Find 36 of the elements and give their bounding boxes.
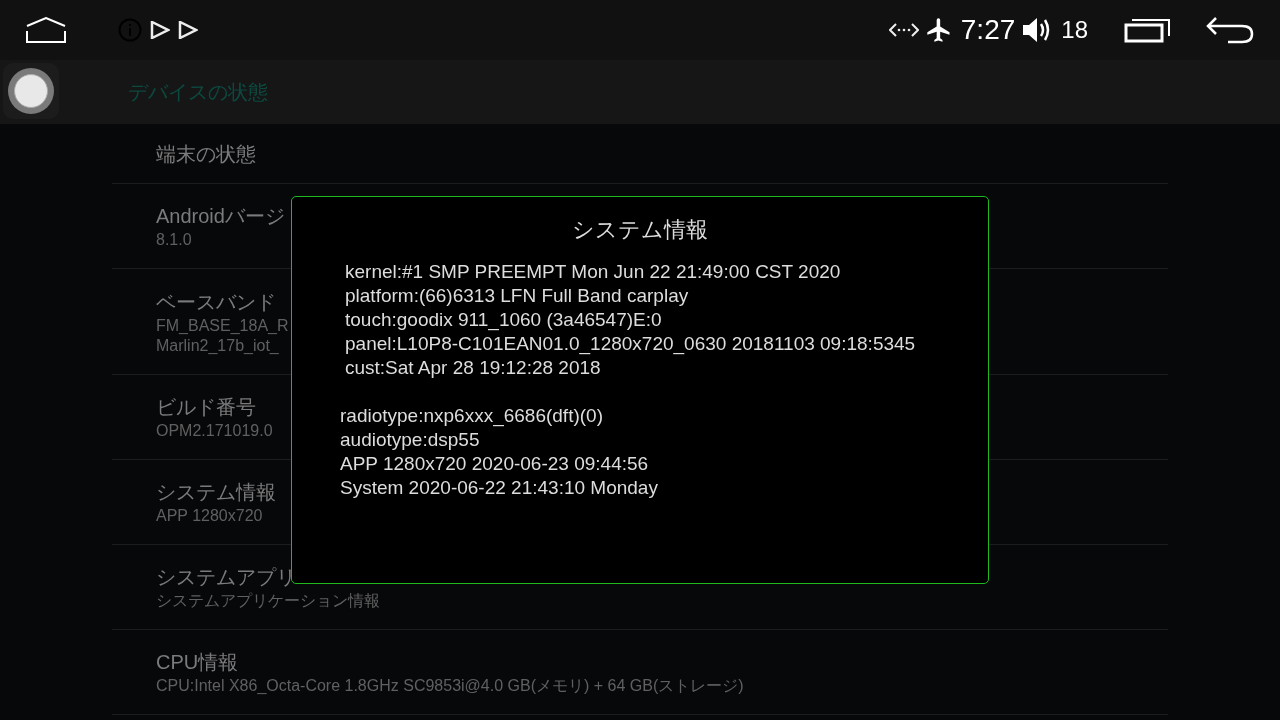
item-summary: Marlin2_17b_iot_ <box>156 335 279 356</box>
item-title: 端末の状態 <box>156 141 256 167</box>
dialog-title: システム情報 <box>572 216 708 244</box>
item-title: CPU情報 <box>156 650 239 675</box>
item-summary: システムアプリケーション情報 <box>156 591 380 611</box>
info-line: audiotype:dsp55 <box>340 428 480 452</box>
airplane-icon <box>924 16 953 44</box>
item-summary: CPU:Intel X86_Octa-Core 1.8GHz SC9853i@4.0 GB(メモリ) + 64 GB(ストレージ) <box>156 676 744 696</box>
play-store-icon <box>178 21 198 39</box>
data-transfer-icon <box>888 22 919 38</box>
item-summary: 8.1.0 <box>156 230 192 250</box>
floating-button[interactable] <box>3 63 59 119</box>
clock: 7:27 <box>960 13 1016 47</box>
item-title: システム情報 <box>156 480 276 505</box>
settings-item[interactable]: CPU情報 CPU:Intel X86_Octa-Core 1.8GHz SC9853i@4.0 GB(メモリ) + 64 GB(ストレージ) <box>112 630 1168 715</box>
item-title: システムアプリ <box>156 565 296 590</box>
info-line: panel:L10P8-C101EAN01.0_1280x720_0630 20181103 09:18:5345 <box>345 332 916 356</box>
item-title: ベースバンド <box>156 289 276 315</box>
volume-level: 18 <box>1061 15 1088 45</box>
item-summary: FM_BASE_18A_R <box>156 315 289 336</box>
info-line: APP 1280x720 2020-06-23 09:44:56 <box>340 452 649 476</box>
info-line: touch:goodix 911_1060 (3a46547)E:0 <box>345 308 662 332</box>
home-icon[interactable] <box>26 17 66 43</box>
settings-item[interactable]: 端末の状態 <box>112 124 1168 184</box>
info-line: cust:Sat Apr 28 19:12:28 2018 <box>345 356 601 380</box>
info-line: System 2020-06-22 21:43:10 Monday <box>340 476 658 500</box>
item-summary: OPM2.171019.0 <box>156 421 273 441</box>
info-line: radiotype:nxp6xxx_6686(dft)(0) <box>340 404 603 428</box>
recent-apps-icon[interactable] <box>1124 17 1172 43</box>
play-store-icon <box>150 21 170 39</box>
info-line: kernel:#1 SMP PREEMPT Mon Jun 22 21:49:00 CST 2020 <box>345 260 841 284</box>
back-icon[interactable] <box>1206 16 1254 44</box>
item-title: Androidバージ <box>156 204 285 229</box>
info-line: platform:(66)6313 LFN Full Band carplay <box>345 284 689 308</box>
item-summary: APP 1280x720 <box>156 506 263 526</box>
item-title: ビルド番号 <box>156 395 256 420</box>
